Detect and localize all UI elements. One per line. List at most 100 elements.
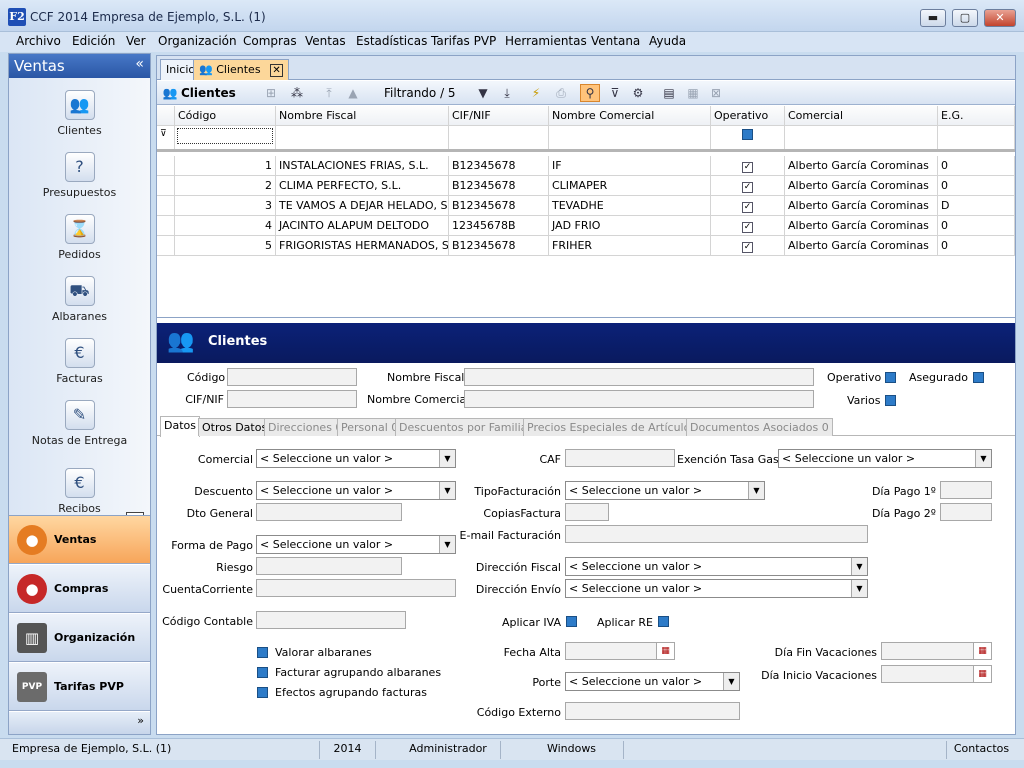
table-row[interactable]: 4 JACINTO ALAPUM DELTODO 12345678B JAD F… bbox=[157, 216, 1015, 236]
collapse-icon[interactable]: « bbox=[135, 56, 144, 72]
section-tarifas-pvp[interactable]: PVP Tarifas PVP bbox=[9, 663, 150, 711]
filter-nombre-fiscal-input[interactable] bbox=[276, 126, 449, 149]
tab-direcciones[interactable]: Direcciones 0 bbox=[264, 418, 347, 436]
next-record-icon[interactable]: ▼ bbox=[475, 85, 491, 101]
filter-icon[interactable]: ⊽ bbox=[607, 85, 623, 101]
dto-general-field[interactable] bbox=[256, 503, 402, 521]
col-operativo[interactable]: Operativo bbox=[711, 106, 785, 126]
cif-field[interactable] bbox=[227, 390, 357, 408]
delete-doc-icon[interactable]: ⊠ bbox=[708, 85, 724, 101]
menu-edicion[interactable]: Edición bbox=[72, 34, 115, 48]
col-comercial[interactable]: Comercial bbox=[785, 106, 938, 126]
lightning-icon[interactable]: ⚡ bbox=[528, 85, 544, 101]
calendar-icon[interactable]: ▦ bbox=[973, 643, 991, 659]
porte-select[interactable]: < Seleccione un valor > ▼ bbox=[565, 672, 740, 691]
expand-more-icon[interactable]: » bbox=[9, 712, 150, 734]
tab-clientes[interactable]: 👥 Clientes ✕ bbox=[193, 59, 290, 80]
menu-organizacion[interactable]: Organización bbox=[158, 34, 237, 48]
filter-operativo-checkbox[interactable] bbox=[742, 129, 753, 140]
filter-eg-input[interactable] bbox=[938, 126, 1015, 149]
section-organizacion[interactable]: ▥ Organización bbox=[9, 614, 150, 662]
menu-estadisticas[interactable]: Estadísticas bbox=[356, 34, 427, 48]
tab-precios-especiales[interactable]: Precios Especiales de Artículos 0 bbox=[523, 418, 711, 436]
menu-ventana[interactable]: Ventana bbox=[591, 34, 640, 48]
table-row[interactable]: 1 INSTALACIONES FRIAS, S.L. B12345678 IF… bbox=[157, 156, 1015, 176]
operativo-checkbox[interactable]: ✓ bbox=[742, 182, 753, 193]
module-clientes[interactable]: 👥 Clientes bbox=[9, 90, 150, 137]
print-icon[interactable]: ⎙ bbox=[553, 85, 569, 101]
tab-datos[interactable]: Datos bbox=[160, 416, 200, 437]
maximize-button[interactable]: ▢ bbox=[952, 9, 978, 27]
minimize-button[interactable]: ▬ bbox=[920, 9, 946, 27]
menu-herramientas[interactable]: Herramientas bbox=[505, 34, 587, 48]
module-notas-entrega[interactable]: ✎ Notas de Entrega bbox=[9, 400, 150, 447]
filter-settings-icon[interactable]: ⚙ bbox=[630, 85, 646, 101]
module-facturas[interactable]: € Facturas bbox=[9, 338, 150, 385]
col-nombre-comercial[interactable]: Nombre Comercial bbox=[549, 106, 711, 126]
facturar-agrupando-checkbox[interactable] bbox=[257, 667, 268, 678]
module-pedidos[interactable]: ⌛ Pedidos bbox=[9, 214, 150, 261]
descuento-select[interactable]: < Seleccione un valor > ▼ bbox=[256, 481, 456, 500]
codigo-field[interactable] bbox=[227, 368, 357, 386]
section-compras[interactable]: ● Compras bbox=[9, 565, 150, 613]
calendar-icon[interactable]: ▦ bbox=[973, 666, 991, 682]
aplicar-re-checkbox[interactable] bbox=[658, 616, 669, 627]
dia-inicio-vacaciones-field[interactable]: ▦ bbox=[881, 665, 992, 683]
module-albaranes[interactable]: ⛟ Albaranes bbox=[9, 276, 150, 323]
operativo-checkbox[interactable]: ✓ bbox=[742, 162, 753, 173]
efectos-agrupando-checkbox[interactable] bbox=[257, 687, 268, 698]
col-cif[interactable]: CIF/NIF bbox=[449, 106, 549, 126]
copias-factura-field[interactable] bbox=[565, 503, 609, 521]
fecha-alta-field[interactable]: ▦ bbox=[565, 642, 675, 660]
binoculars-icon[interactable]: ⚲ bbox=[580, 84, 600, 102]
menu-ventas[interactable]: Ventas bbox=[305, 34, 346, 48]
close-button[interactable]: ✕ bbox=[984, 9, 1016, 27]
operativo-checkbox[interactable]: ✓ bbox=[742, 242, 753, 253]
caf-field[interactable] bbox=[565, 449, 675, 467]
close-tab-icon[interactable]: ✕ bbox=[270, 64, 284, 77]
valorar-albaranes-checkbox[interactable] bbox=[257, 647, 268, 658]
previous-record-icon[interactable]: ▲ bbox=[345, 85, 361, 101]
nombre-fiscal-field[interactable] bbox=[464, 368, 814, 386]
dia-pago-1-field[interactable] bbox=[940, 481, 992, 499]
nombre-comercial-field[interactable] bbox=[464, 390, 814, 408]
menu-archivo[interactable]: Archivo bbox=[16, 34, 61, 48]
module-presupuestos[interactable]: ? Presupuestos bbox=[9, 152, 150, 199]
module-recibos[interactable]: € Recibos bbox=[9, 468, 150, 515]
filter-cif-input[interactable] bbox=[449, 126, 549, 149]
filter-comercial-input[interactable] bbox=[785, 126, 938, 149]
aplicar-iva-checkbox[interactable] bbox=[566, 616, 577, 627]
codigo-contable-field[interactable] bbox=[256, 611, 406, 629]
tab-otros-datos[interactable]: Otros Datos bbox=[198, 418, 272, 436]
filter-codigo-input[interactable] bbox=[177, 128, 273, 144]
tab-personal[interactable]: Personal 0 bbox=[337, 418, 403, 436]
comercial-select[interactable]: < Seleccione un valor > ▼ bbox=[256, 449, 456, 468]
operativo-checkbox[interactable]: ✓ bbox=[742, 202, 753, 213]
filter-nombre-comercial-input[interactable] bbox=[549, 126, 711, 149]
cuenta-corriente-field[interactable] bbox=[256, 579, 456, 597]
tab-descuentos-familia[interactable]: Descuentos por Familia 0 bbox=[395, 418, 542, 436]
exencion-select[interactable]: < Seleccione un valor > ▼ bbox=[778, 449, 992, 468]
menu-compras[interactable]: Compras bbox=[243, 34, 297, 48]
col-eg[interactable]: E.G. bbox=[938, 106, 1015, 126]
direccion-envio-select[interactable]: < Seleccione un valor > ▼ bbox=[565, 579, 868, 598]
riesgo-field[interactable] bbox=[256, 557, 402, 575]
menu-ayuda[interactable]: Ayuda bbox=[649, 34, 686, 48]
table-row[interactable]: 5 FRIGORISTAS HERMANADOS, S... B12345678… bbox=[157, 236, 1015, 256]
tipo-facturacion-select[interactable]: < Seleccione un valor > ▼ bbox=[565, 481, 765, 500]
menu-ver[interactable]: Ver bbox=[126, 34, 146, 48]
col-nombre-fiscal[interactable]: Nombre Fiscal bbox=[276, 106, 449, 126]
varios-checkbox[interactable] bbox=[885, 395, 896, 406]
operativo-checkbox[interactable] bbox=[885, 372, 896, 383]
first-record-icon[interactable]: ⤒ bbox=[321, 85, 337, 101]
dia-pago-2-field[interactable] bbox=[940, 503, 992, 521]
magic-wand-icon[interactable]: ⁂ bbox=[289, 85, 305, 101]
forma-pago-select[interactable]: < Seleccione un valor > ▼ bbox=[256, 535, 456, 554]
calendar-icon[interactable]: ▦ bbox=[656, 643, 674, 659]
edit-doc-icon[interactable]: ▦ bbox=[685, 85, 701, 101]
operativo-checkbox[interactable]: ✓ bbox=[742, 222, 753, 233]
codigo-externo-field[interactable] bbox=[565, 702, 740, 720]
direccion-fiscal-select[interactable]: < Seleccione un valor > ▼ bbox=[565, 557, 868, 576]
export-icon[interactable]: ▤ bbox=[661, 85, 677, 101]
tree-icon[interactable]: ⊞ bbox=[263, 85, 279, 101]
